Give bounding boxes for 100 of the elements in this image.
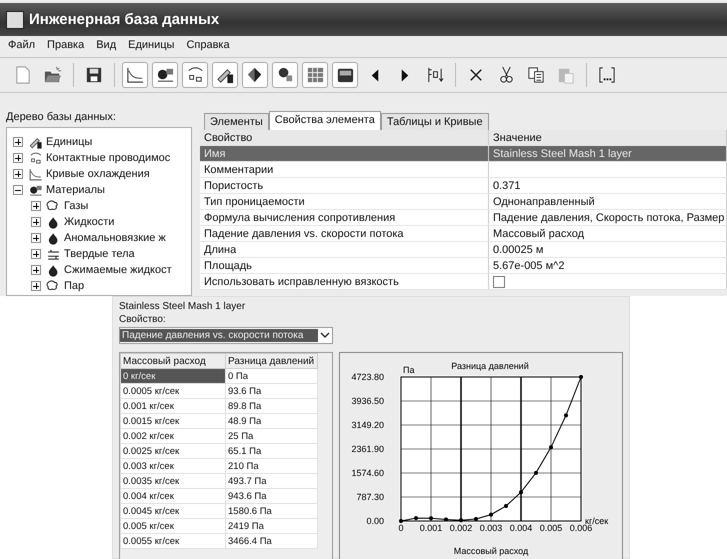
data-point [459, 518, 463, 522]
table-cell: 0.0015 кг/сек [120, 414, 226, 428]
data-point [489, 512, 493, 517]
column-header[interactable]: Значение [488, 130, 726, 146]
tree-item[interactable]: Сжимаемые жидкост [64, 264, 172, 276]
detail-title: Stainless Steel Mash 1 layer [119, 301, 246, 312]
diamond-button[interactable] [242, 62, 268, 88]
tree-item[interactable]: Пар [64, 280, 84, 292]
x-tick-label: 0.006 [570, 523, 592, 533]
tab[interactable]: Элементы [204, 113, 269, 130]
expand-toggle[interactable] [31, 217, 41, 227]
tree-item[interactable]: Кривые охлаждения [46, 168, 150, 180]
property-value: 0.00025 м [488, 242, 726, 258]
contacts-icon [28, 150, 43, 166]
property-value: Однонаправленный [488, 194, 726, 210]
data-point [579, 375, 583, 379]
table-cell: 943.6 Па [226, 488, 318, 504]
app-icon [6, 10, 24, 28]
tab[interactable]: Таблицы и Кривые [380, 113, 489, 130]
ruler-button[interactable] [212, 62, 238, 88]
table-cell: 0 Па [226, 368, 318, 384]
menu-item[interactable]: Вид [96, 39, 116, 54]
property-dropdown[interactable]: Падение давления vs. скорости потока [119, 327, 333, 344]
table-cell: 0.0005 кг/сек [120, 384, 226, 398]
expand-toggle[interactable] [31, 233, 41, 243]
table-cell: 1580.6 Па [226, 504, 318, 518]
property-name: Падение давления vs. скорости потока [200, 226, 488, 242]
expand-toggle[interactable] [13, 137, 23, 147]
x-unit-label: кг/сек [585, 516, 608, 526]
face-button[interactable] [272, 62, 298, 88]
data-point [429, 516, 433, 520]
property-name: Тип проницаемости [200, 194, 488, 210]
x-tick-label: 0.002 [450, 523, 472, 533]
property-name: Площадь [200, 258, 488, 274]
tree-item[interactable]: Твердые тела [64, 248, 135, 260]
tree-item[interactable]: Материалы [46, 184, 105, 196]
expand-toggle[interactable] [31, 281, 41, 291]
table-cell: 0.001 кг/сек [120, 398, 226, 414]
tree-item[interactable]: Единицы [46, 136, 92, 148]
table-cell: 210 Па [226, 458, 318, 474]
menu-item[interactable]: Справка [186, 39, 230, 54]
y-tick-label: 1574.60 [351, 468, 384, 478]
property-name: Пористость [200, 178, 488, 194]
materials-button[interactable] [152, 62, 178, 88]
curve-button[interactable] [122, 62, 148, 88]
tree-item[interactable]: Аномальновязкие ж [64, 232, 166, 244]
data-point [399, 519, 403, 523]
table-cell: 0.003 кг/сек [120, 458, 226, 474]
property-name: Использовать исправленную вязкость [200, 274, 488, 290]
data-point [549, 445, 553, 450]
right-arrow-icon [401, 68, 409, 82]
table-button[interactable] [302, 62, 328, 88]
tab[interactable]: Свойства элемента [268, 111, 381, 130]
table-cell: 65.1 Па [226, 444, 318, 458]
tree-item[interactable]: Газы [64, 200, 88, 212]
table-cell: 0.005 кг/сек [120, 518, 226, 534]
column-header[interactable]: Массовый расход [120, 354, 226, 368]
menu-item[interactable]: Файл [8, 39, 36, 54]
contacts-button[interactable] [182, 62, 208, 88]
menu-item[interactable]: Правка [47, 39, 84, 54]
tree-item[interactable]: Жидкости [64, 216, 114, 228]
ellipsis-icon [597, 65, 617, 85]
y-tick-label: 0.00 [366, 516, 384, 526]
menu-item[interactable]: Единицы [128, 39, 174, 54]
horizontal-scrollbar[interactable] [120, 549, 332, 559]
table-cell: 2419 Па [226, 518, 318, 534]
y-tick-label: 4723.80 [351, 372, 384, 382]
vertical-scrollbar[interactable] [318, 353, 332, 549]
property-value: 5.67e-005 м^2 [488, 258, 726, 274]
collapse-toggle[interactable] [13, 185, 23, 195]
x-tick-label: 0.003 [480, 523, 502, 533]
x-tick-label: 0 [398, 523, 404, 533]
window-title: Инженерная база данных [29, 11, 220, 28]
expand-toggle[interactable] [31, 201, 41, 211]
expand-toggle[interactable] [13, 169, 23, 179]
expand-toggle[interactable] [31, 249, 41, 259]
y-tick-label: 787.30 [356, 492, 384, 502]
y-axis-label: Па [403, 365, 414, 375]
property-value: Падение давления, Скорость потока, Размер [488, 210, 726, 226]
y-tick-label: 2361.90 [351, 444, 384, 454]
column-header[interactable]: Свойство [200, 130, 488, 146]
curve-icon [28, 166, 43, 182]
table-cell: 0.0045 кг/сек [120, 504, 226, 518]
property-value: 0.371 [488, 178, 726, 194]
expand-toggle[interactable] [31, 265, 41, 275]
table-icon [305, 65, 325, 85]
table-cell: 493.7 Па [226, 474, 318, 488]
left-arrow-icon [371, 68, 379, 82]
table-cell: 0 кг/сек [120, 368, 226, 384]
expand-toggle[interactable] [13, 153, 23, 163]
y-tick-label: 3149.20 [351, 420, 384, 430]
data-point [414, 516, 418, 520]
tree-label: Дерево базы данных: [6, 111, 117, 123]
tree-item[interactable]: Контактные проводимос [46, 152, 170, 164]
column-header[interactable]: Разница давлений [226, 354, 318, 368]
box-button[interactable] [332, 62, 358, 88]
property-name: Длина [200, 242, 488, 258]
checkbox[interactable] [493, 276, 505, 288]
table-cell: 25 Па [226, 428, 318, 444]
y-tick-label: 3936.50 [351, 396, 384, 406]
